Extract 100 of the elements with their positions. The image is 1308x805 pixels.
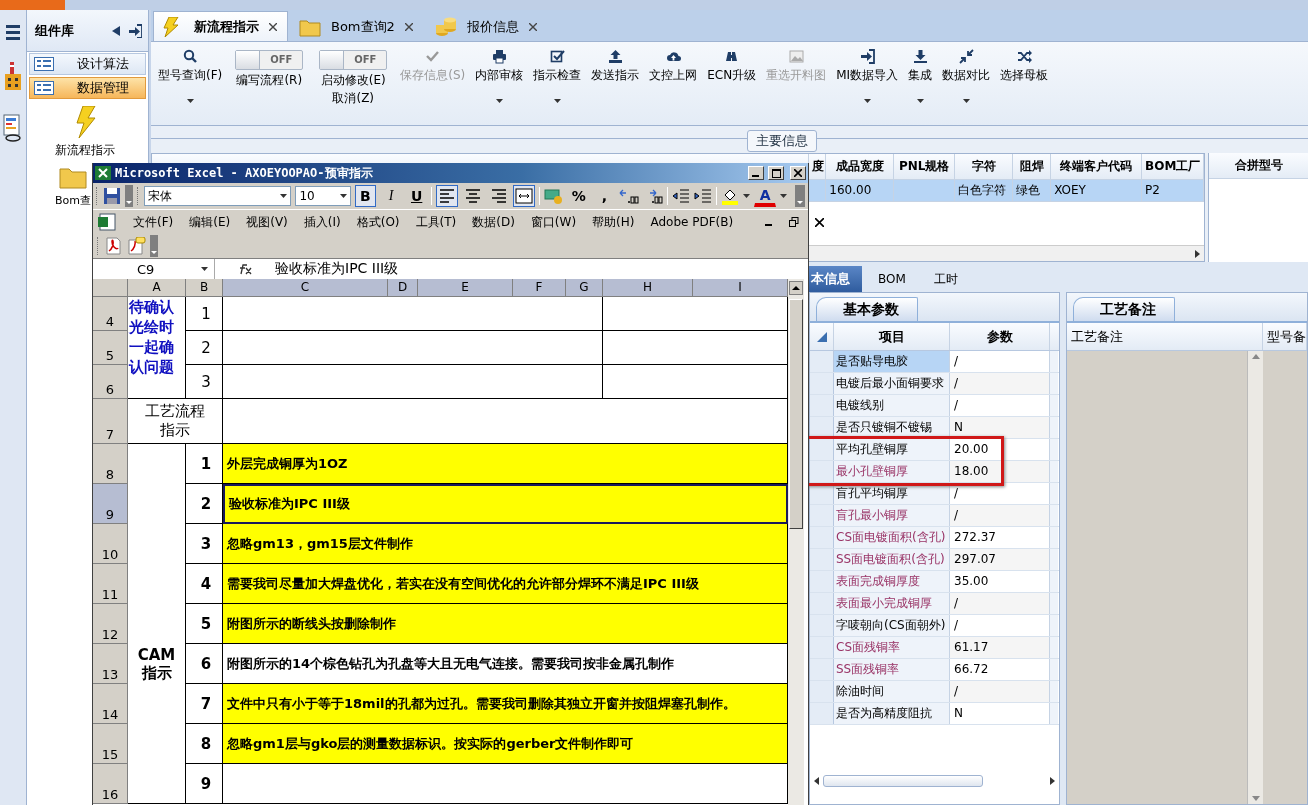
close-button[interactable] [790,166,806,180]
column-header[interactable]: D [388,279,418,297]
column-header[interactable]: C [223,279,388,297]
toolbar-button[interactable]: 发送指示 [588,46,643,122]
row-header[interactable]: 15 [93,724,128,764]
pdf-icon[interactable] [104,237,122,255]
format-button[interactable]: I [380,185,402,207]
row-header[interactable]: 10 [93,524,128,564]
menu-item[interactable]: Adobe PDF(B) [650,215,734,229]
save-icon[interactable] [102,187,121,205]
format-button[interactable]: , [593,185,616,207]
format-button[interactable]: B [354,185,377,207]
column-header[interactable]: H [603,279,693,297]
row-header[interactable]: 12 [93,604,128,644]
menu-item[interactable]: 文件(F) [133,213,174,231]
menu-item[interactable]: 数据(D) [472,213,515,231]
select-all-corner[interactable] [93,279,128,297]
column-header[interactable]: I [693,279,788,297]
menu-item[interactable]: 视图(V) [246,213,288,231]
row-header[interactable]: 13 [93,644,128,684]
table-row[interactable]: CS面电镀面积(含孔) 272.37 [810,527,1059,549]
table-row[interactable]: 平均孔壁铜厚 20.00 [810,439,1059,461]
align-button[interactable] [436,185,459,207]
document-tab[interactable]: 报价信息 [425,11,548,41]
table-cell[interactable]: 忽略gm1层与gko层的测量数据标识。按实际的gerber文件制作即可 [223,724,788,764]
report-icon[interactable] [3,114,23,142]
row-header[interactable]: 5 [93,331,128,365]
parameter-name[interactable]: 电镀线别 [834,395,950,416]
formula-bar[interactable]: 验收标准为IPC III级 [275,260,399,278]
menu-item[interactable]: 窗口(W) [530,213,577,231]
toolbar-button[interactable]: 选择母板 [997,46,1052,122]
restore-icon[interactable] [789,217,800,227]
parameter-name[interactable]: 是否为高精度阻抗 [834,703,950,724]
close-icon[interactable] [404,22,413,31]
parameter-name[interactable]: 最小孔壁铜厚 [834,461,950,482]
parameter-name[interactable]: 电镀后最小面铜要求 [834,373,950,394]
parameter-name[interactable]: 平均孔壁铜厚 [834,439,950,460]
table-row[interactable]: SS面残铜率 66.72 [810,659,1059,681]
column-header[interactable]: G [566,279,603,297]
table-row[interactable]: 电镀线别 / [810,395,1059,417]
parameter-name[interactable]: 字唛朝向(CS面朝外) [834,615,950,636]
column-header[interactable]: A [128,279,186,297]
factory-icon[interactable] [3,62,23,92]
function-icon[interactable] [238,263,252,275]
table-row[interactable]: 盲孔最小铜厚 / [810,505,1059,527]
column-header[interactable]: E [418,279,513,297]
parameter-name[interactable]: 表面最小完成铜厚 [834,593,950,614]
table-cell[interactable]: 附图所示的断线头按删除制作 [223,604,788,644]
parameter-name[interactable]: 除油时间 [834,681,950,702]
row-header[interactable]: 4 [93,297,128,331]
sidebar-group[interactable]: 设计算法 [29,53,146,75]
table-cell[interactable]: 外层完成铜厚为1OZ [223,444,788,484]
table-cell[interactable]: 验收标准为IPC III级 [223,484,788,524]
tab[interactable]: BOM [866,266,918,292]
parameter-name[interactable]: 是否只镀铜不镀锡 [834,417,950,438]
table-row[interactable]: 表面最小完成铜厚 / [810,593,1059,615]
toolbar-button[interactable]: 数据对比 [939,46,994,122]
fill-color-icon[interactable] [721,187,740,205]
toolbar-options-icon[interactable] [794,185,805,207]
document-tab[interactable]: Bom查询2 [290,11,424,41]
scrollbar-thumb[interactable] [823,775,983,787]
menu-item[interactable]: 工具(T) [415,213,457,231]
toolbar-button[interactable]: 内部审核 [472,46,527,122]
increase-decimal-icon[interactable] [619,187,640,205]
scroll-right-icon[interactable] [1195,249,1200,258]
table-row[interactable]: 电镀后最小面铜要求 / [810,373,1059,395]
close-icon[interactable] [815,217,825,227]
close-icon[interactable] [528,22,537,31]
table-row[interactable]: 是否贴导电胶 / [810,351,1059,373]
format-button[interactable]: % [568,185,590,207]
font-dropdown[interactable]: 宋体 [143,186,292,206]
parameter-name[interactable]: SS面残铜率 [834,659,950,680]
parameter-name[interactable]: SS面电镀面积(含孔) [834,549,950,570]
toggle-switch[interactable]: OFF [319,50,388,70]
currency-icon[interactable] [544,187,565,205]
table-row[interactable]: 字唛朝向(CS面朝外) / [810,615,1059,637]
menu-icon[interactable] [6,24,20,40]
align-button[interactable] [513,185,536,207]
menu-item[interactable]: 帮助(H) [592,213,635,231]
menu-item[interactable]: 插入(I) [303,213,341,231]
row-header[interactable]: 16 [93,764,128,804]
table-row[interactable]: 是否为高精度阻抗 N [810,703,1059,725]
column-header[interactable]: F [513,279,566,297]
format-button[interactable]: U [405,185,428,207]
sidebar-item[interactable]: Bom查 [55,193,91,208]
table-row[interactable]: 盲孔平均铜厚 / [810,483,1059,505]
document-tab[interactable]: 新流程指示 [153,11,288,41]
tab[interactable]: 本信息 [809,266,862,292]
pdf-comment-icon[interactable] [126,237,146,255]
decrease-indent-icon[interactable] [672,187,691,205]
parameter-name[interactable]: 盲孔最小铜厚 [834,505,950,526]
row-header[interactable]: 14 [93,684,128,724]
font-color-button[interactable]: A [754,185,776,207]
row-header[interactable]: 11 [93,564,128,604]
table-cell[interactable] [223,764,788,804]
parameter-name[interactable]: CS面残铜率 [834,637,950,658]
tab[interactable]: 工艺备注 [1073,297,1175,321]
toolbar-button[interactable]: 集成 [905,46,936,122]
tab[interactable]: 基本参数 [816,297,918,321]
table-row[interactable]: 除油时间 / [810,681,1059,703]
